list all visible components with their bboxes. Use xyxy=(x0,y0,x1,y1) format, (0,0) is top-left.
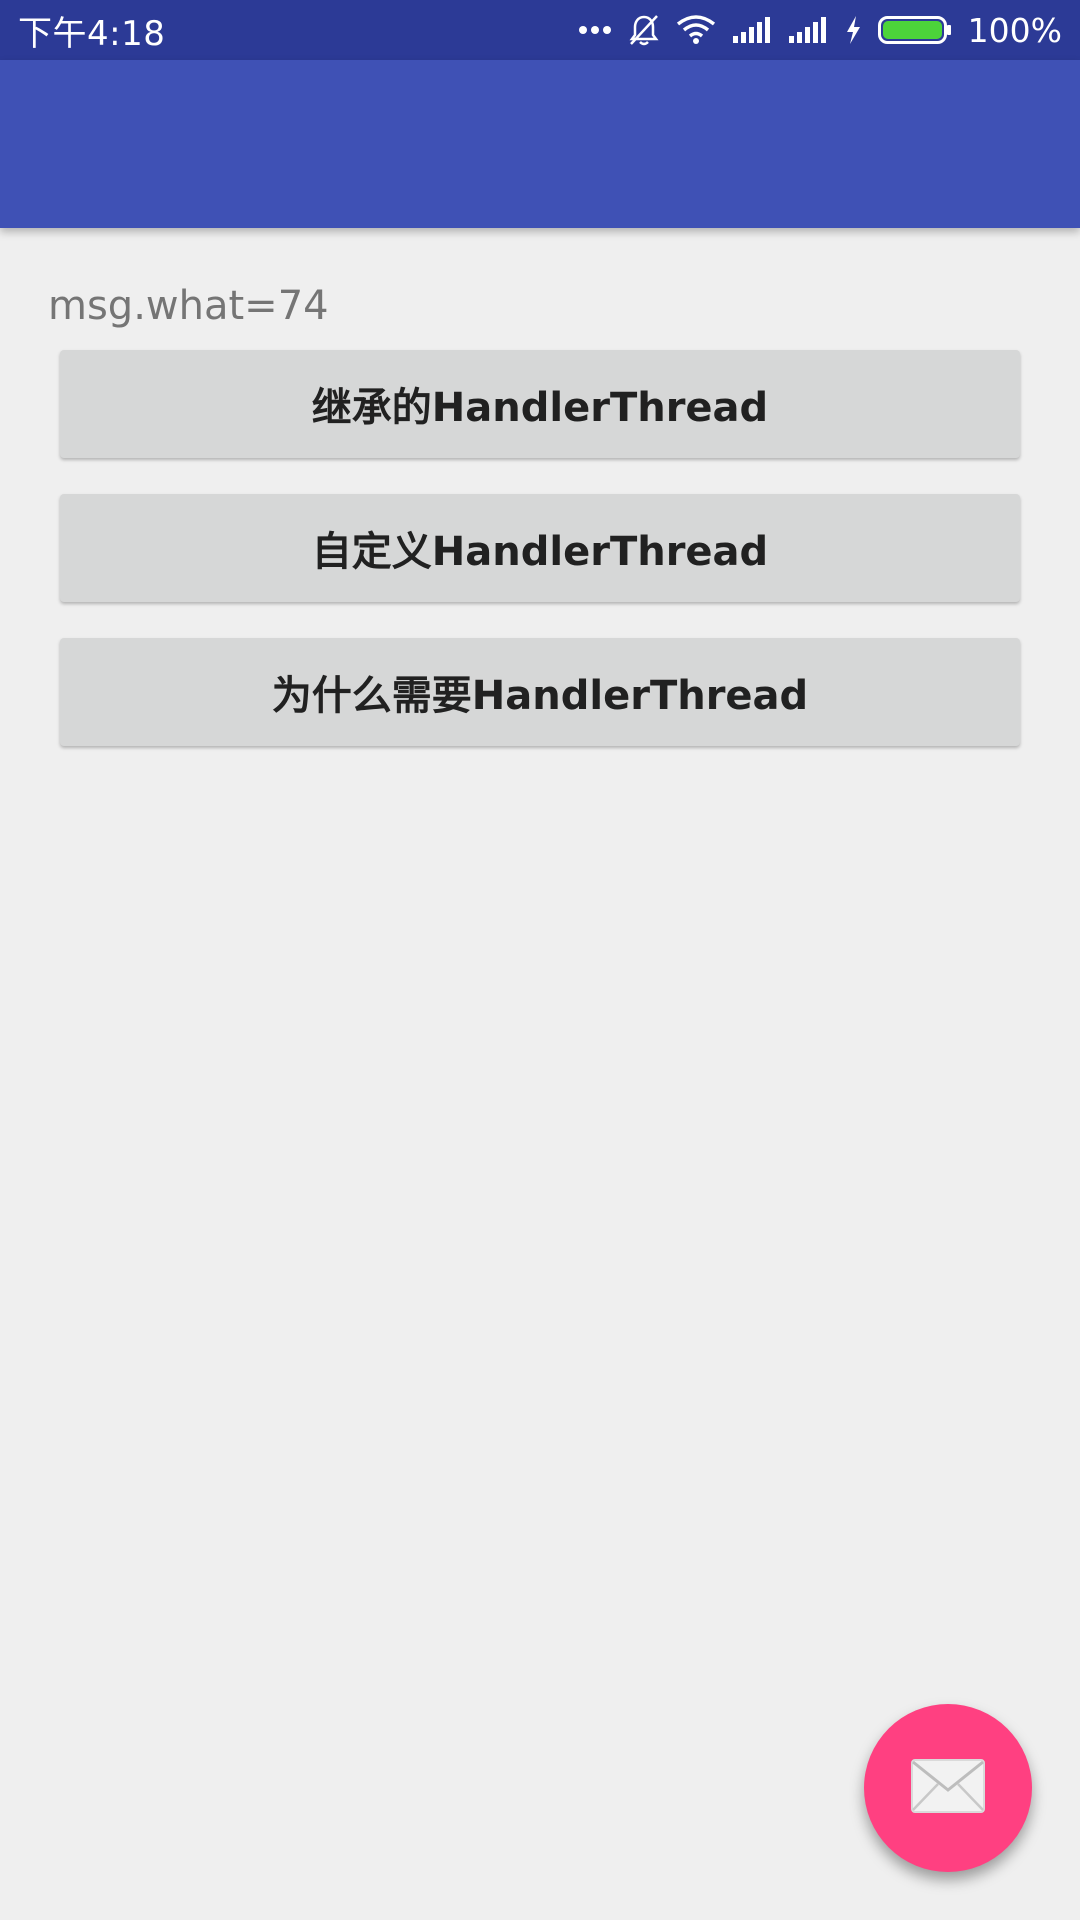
more-dots-icon xyxy=(578,24,612,36)
fab-mail-button[interactable] xyxy=(864,1704,1032,1872)
battery-icon xyxy=(877,15,952,45)
message-text: msg.what=74 xyxy=(48,283,329,329)
wifi-icon xyxy=(676,14,716,46)
signal-icon xyxy=(732,16,772,44)
charging-icon xyxy=(844,15,862,45)
status-time: 下午4:18 xyxy=(18,13,166,54)
custom-handlerthread-button[interactable]: 自定义HandlerThread xyxy=(60,494,1020,602)
button-label: 继承的HandlerThread xyxy=(311,385,769,431)
why-handlerthread-button[interactable]: 为什么需要HandlerThread xyxy=(60,638,1020,746)
mail-icon xyxy=(910,1758,986,1818)
app-bar xyxy=(0,60,1080,228)
status-bar: 下午4:18 100% xyxy=(0,0,1080,60)
signal-icon xyxy=(788,16,828,44)
bell-off-icon xyxy=(628,13,660,47)
button-label: 为什么需要HandlerThread xyxy=(271,673,809,719)
status-icons: 100% xyxy=(578,0,1062,60)
battery-percent: 100% xyxy=(967,10,1062,50)
button-label: 自定义HandlerThread xyxy=(311,529,769,575)
inherited-handlerthread-button[interactable]: 继承的HandlerThread xyxy=(60,350,1020,458)
